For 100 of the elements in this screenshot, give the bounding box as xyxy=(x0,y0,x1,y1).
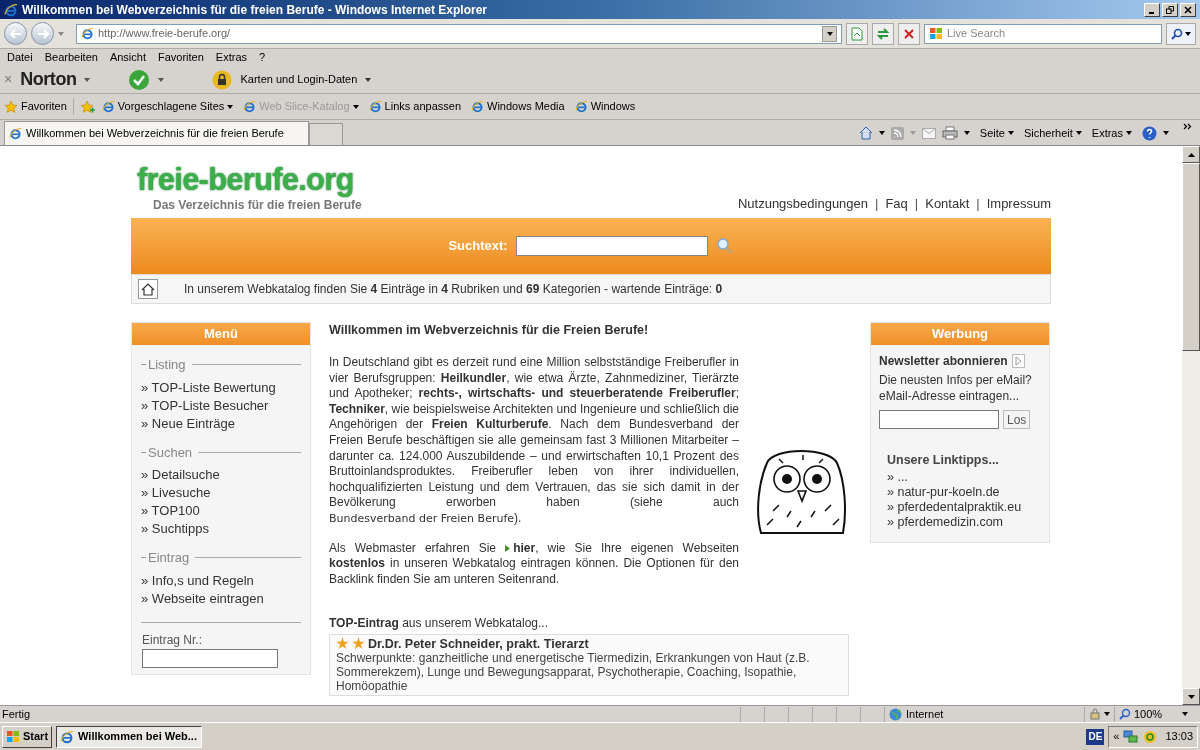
menu-item[interactable]: ? xyxy=(255,49,270,66)
linktip-link[interactable]: » ... xyxy=(887,469,1033,485)
norton-logo[interactable]: Norton xyxy=(20,66,77,93)
compatibility-button[interactable] xyxy=(846,22,868,45)
menu-item[interactable]: Datei xyxy=(3,49,37,66)
linktip-link[interactable]: » pferdemedizin.com xyxy=(887,514,1033,530)
caret-icon xyxy=(84,77,91,82)
association-link[interactable]: Bundesverband der Freien Berufe xyxy=(329,511,515,525)
home-button[interactable] xyxy=(138,279,158,299)
command-button[interactable]: Sicherheit xyxy=(1023,124,1082,142)
section-heading: Eintrag xyxy=(148,549,190,567)
caret-icon xyxy=(158,77,165,82)
section-heading: Suchen xyxy=(148,443,193,462)
command-button[interactable]: Seite xyxy=(979,124,1014,142)
restore-icon xyxy=(1166,5,1174,14)
linktip-link[interactable]: » natur-pur-koeln.de xyxy=(887,484,1033,500)
page-icon xyxy=(851,26,863,41)
taskbar-button[interactable]: Willkommen bei Web... xyxy=(56,725,203,748)
stop-button[interactable] xyxy=(898,22,920,45)
home-icon[interactable] xyxy=(858,126,873,140)
email-field[interactable] xyxy=(879,410,999,429)
address-field[interactable]: http://www.freie-berufe.org/ xyxy=(76,23,842,44)
here-link[interactable]: hier xyxy=(505,540,536,557)
stats-text: In unserem Webkatalog finden Sie 4 Einträge in 4 Rubriken und 69 Kategorien - wartende Einträge: 0 xyxy=(184,281,723,298)
favorites-link[interactable]: Windows Media xyxy=(471,98,565,115)
menu-link[interactable]: » Neue Einträge xyxy=(141,414,301,433)
menu-link[interactable]: » TOP100 xyxy=(141,502,301,520)
forward-button[interactable] xyxy=(31,22,54,45)
link-separator: | xyxy=(914,194,919,213)
caret-icon xyxy=(909,131,916,135)
search-button[interactable] xyxy=(1166,22,1196,45)
entry-description: Schwerpunkte: ganzheitliche und energetische Tiermedizin, Erkrankungen von Haut (z.B. Sommerekzem), Lunge und Bewegungsapparat, Psychotherapie, Coaching, Isopathie, Homöopathie xyxy=(336,650,811,693)
windows-logo-icon xyxy=(929,27,943,40)
entry-title[interactable]: Dr.Dr. Peter Schneider, prakt. Tierarzt xyxy=(368,636,589,651)
mail-icon[interactable] xyxy=(921,127,936,139)
command-button[interactable]: Extras xyxy=(1091,124,1132,142)
header-link[interactable]: Kontakt xyxy=(925,193,970,213)
menu-item[interactable]: Ansicht xyxy=(105,49,150,66)
linktip-link[interactable]: » pferdedentalpraktik.eu xyxy=(887,499,1033,515)
scroll-down-button[interactable] xyxy=(1182,688,1200,705)
language-indicator[interactable]: DE xyxy=(1086,728,1105,745)
entry-number-field[interactable] xyxy=(142,648,278,668)
menu-link[interactable]: » TOP-Liste Bewertung xyxy=(141,378,301,397)
header-link[interactable]: Impressum xyxy=(986,193,1051,213)
menu-link[interactable]: » Info,s und Regeln xyxy=(141,571,301,590)
menu-link[interactable]: » Detailsuche xyxy=(141,466,301,484)
favorites-link[interactable]: Links anpassen xyxy=(368,98,462,115)
menu-item[interactable]: Extras xyxy=(211,49,252,66)
newsletter-heading[interactable]: Newsletter abonnieren xyxy=(879,352,1008,370)
network-icon[interactable] xyxy=(1123,729,1140,744)
search-icon[interactable] xyxy=(715,238,734,254)
menu-link[interactable]: » Webseite eintragen xyxy=(141,589,301,608)
ad-header: Werbung xyxy=(871,323,1049,345)
arrow-button-icon[interactable] xyxy=(1011,354,1025,368)
header-link[interactable]: Nutzungsbedingungen xyxy=(737,193,869,213)
refresh-button[interactable] xyxy=(872,22,894,45)
new-tab-button[interactable] xyxy=(309,123,343,145)
caret-icon xyxy=(826,31,833,36)
menu-item[interactable]: Bearbeiten xyxy=(40,49,102,66)
scroll-up-button[interactable] xyxy=(1182,146,1200,163)
start-button[interactable]: Start xyxy=(2,725,53,748)
tray-expand-button[interactable]: « xyxy=(1113,728,1120,745)
zoom-control[interactable]: 100% xyxy=(1114,706,1193,722)
linktips-heading: Unsere Linktipps... xyxy=(887,452,1000,469)
checkmark-icon[interactable] xyxy=(128,68,151,91)
menu-link[interactable]: » Suchtipps xyxy=(141,520,301,538)
help-icon[interactable] xyxy=(1142,125,1157,141)
magnifier-icon xyxy=(1119,708,1131,720)
printer-icon[interactable] xyxy=(941,126,958,140)
search-input[interactable]: Live Search xyxy=(947,25,1157,42)
caret-icon xyxy=(1126,131,1132,135)
minimize-button[interactable] xyxy=(1144,2,1160,17)
section-heading: Listing xyxy=(148,356,186,374)
field-label: Eintrag Nr.: xyxy=(142,631,204,649)
search-field[interactable]: Live Search xyxy=(924,23,1162,44)
lock-icon[interactable] xyxy=(1089,708,1101,720)
sync-icon[interactable] xyxy=(1143,729,1158,744)
browser-icon xyxy=(368,100,382,113)
restore-button[interactable] xyxy=(1162,2,1178,17)
browser-tab[interactable]: Willkommen bei Webverzeichnis für die freien Berufe xyxy=(4,121,309,145)
header-link[interactable]: Faq xyxy=(885,193,908,213)
caret-icon xyxy=(1182,712,1189,716)
go-button[interactable]: Los xyxy=(1003,410,1031,429)
close-button[interactable] xyxy=(1180,2,1196,17)
back-button[interactable] xyxy=(4,22,27,45)
star-add-icon[interactable] xyxy=(79,99,96,114)
favorites-link[interactable]: Vorgeschlagene Sites xyxy=(101,98,234,115)
menu-item[interactable]: Favoriten xyxy=(154,49,208,66)
search-label: Suchtext: xyxy=(448,237,508,256)
favorites-link[interactable]: Windows xyxy=(574,98,636,115)
favorites-button[interactable]: Favoriten xyxy=(4,98,74,115)
feed-icon[interactable] xyxy=(890,126,904,140)
toolbar-button[interactable]: Karten und Login-Daten xyxy=(240,71,358,88)
scroll-thumb[interactable] xyxy=(1182,163,1200,351)
chevron-icon[interactable] xyxy=(1183,123,1192,130)
menu-link[interactable]: » Livesuche xyxy=(141,484,301,502)
menu-link[interactable]: » TOP-Liste Besucher xyxy=(141,396,301,415)
window-title: Willkommen bei Webverzeichnis für die freien Berufe - Windows Internet Explorer xyxy=(22,1,487,19)
search-input[interactable] xyxy=(515,236,708,256)
site-tagline: Das Verzeichnis für die freien Berufe xyxy=(152,197,362,213)
